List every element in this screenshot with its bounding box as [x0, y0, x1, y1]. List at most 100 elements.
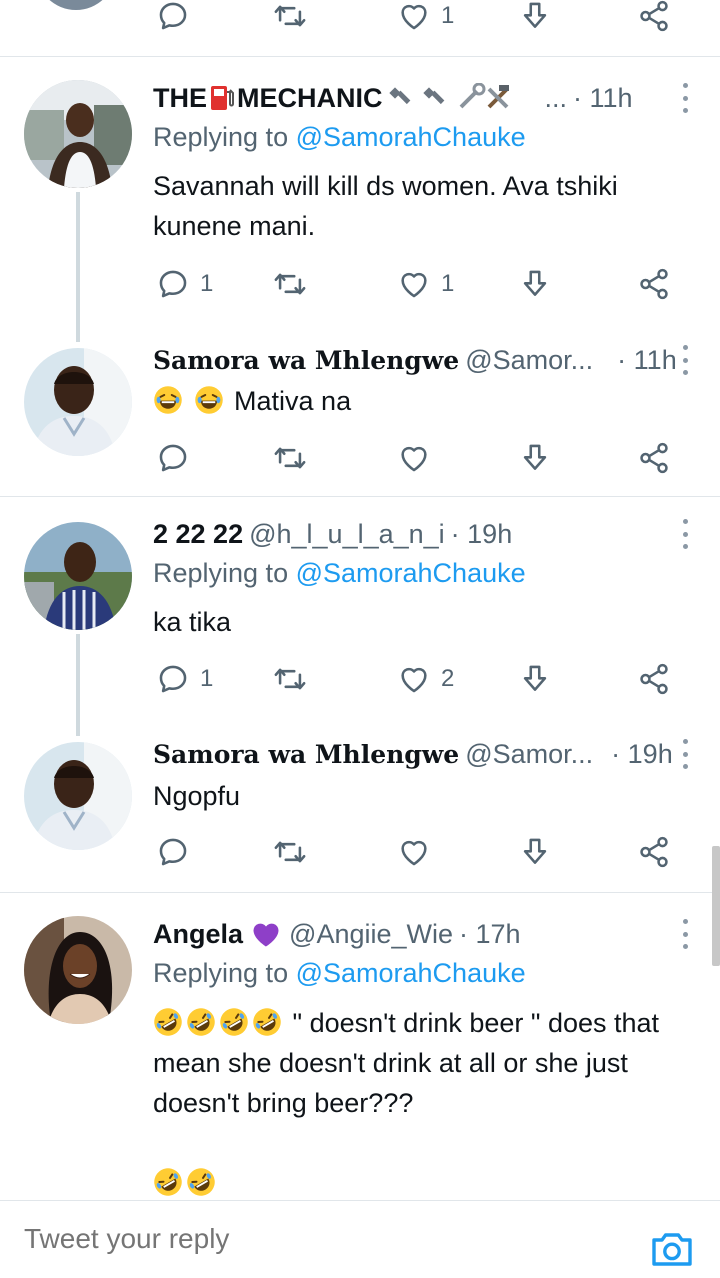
share-icon — [637, 267, 671, 301]
camera-icon[interactable] — [648, 1225, 696, 1273]
timestamp[interactable]: · 17h — [459, 919, 521, 950]
tweet-text: ka tika — [153, 607, 232, 637]
tweet-actions — [153, 438, 693, 478]
like-button[interactable]: 1 — [397, 264, 454, 304]
tweet-header: THE MECHANIC ... · 11h — [153, 78, 650, 118]
share-icon — [637, 441, 671, 475]
tweet-header: Angela @Angiie_Wie · 17h — [153, 914, 650, 954]
display-name[interactable]: 2 22 22 — [153, 519, 243, 550]
avatar-image — [24, 348, 132, 456]
more-icon[interactable] — [680, 919, 690, 949]
share-button[interactable] — [637, 659, 671, 699]
timestamp[interactable]: · 11h — [573, 83, 633, 114]
rofl-emoji-icon — [186, 1007, 216, 1037]
rofl-emoji-icon — [153, 1167, 183, 1197]
replying-to: Replying to @SamorahChauke — [153, 558, 526, 589]
avatar-samora[interactable] — [24, 348, 132, 456]
tweet-header: 2 22 22 @h_l_u_l_a_n_i · 19h — [153, 514, 650, 554]
retweet-button[interactable] — [273, 264, 307, 304]
display-name-part2[interactable]: MECHANIC — [237, 83, 383, 114]
tweet-text-emoji-line — [153, 1163, 680, 1203]
more-icon[interactable] — [680, 519, 690, 549]
share-button[interactable] — [637, 264, 671, 304]
display-name[interactable]: Samora wa Mhlengwe — [153, 346, 459, 375]
tweet-header: Samora wa Mhlengwe @Samor... · 11h — [153, 340, 677, 380]
retweet-icon — [273, 0, 307, 33]
display-name[interactable]: Angela — [153, 919, 243, 950]
rofl-emoji-icon — [186, 1167, 216, 1197]
avatar-image — [24, 742, 132, 850]
reply-count: 1 — [200, 270, 214, 297]
reply-button[interactable]: 1 — [156, 264, 213, 304]
share-icon — [637, 835, 671, 869]
reply-icon — [156, 267, 190, 301]
tweet-actions: 1 2 — [153, 659, 693, 699]
display-name[interactable]: Samora wa Mhlengwe — [153, 740, 459, 769]
retweet-icon — [273, 835, 307, 869]
avatar-image — [24, 80, 132, 188]
more-icon[interactable] — [680, 83, 690, 113]
retweet-button[interactable] — [273, 832, 307, 872]
tweet-text-row: " doesn't drink beer " does that mean sh… — [153, 1003, 680, 1123]
like-count: 2 — [441, 665, 455, 692]
timestamp[interactable]: · 11h — [617, 345, 677, 376]
download-button[interactable] — [518, 0, 552, 36]
tweet-actions: 1 — [153, 0, 693, 36]
download-button[interactable] — [518, 659, 552, 699]
tweet-text: Ngopfu — [153, 781, 241, 811]
reply-button[interactable] — [156, 0, 190, 36]
like-button[interactable]: 2 — [397, 659, 454, 699]
download-icon — [518, 835, 552, 869]
handle[interactable]: @Angiie_Wie — [289, 919, 453, 950]
avatar-image — [24, 916, 132, 1024]
replying-to-handle[interactable]: @SamorahChauke — [296, 558, 526, 588]
download-button[interactable] — [518, 264, 552, 304]
tweet-text-row: Mativa na — [153, 381, 680, 421]
retweet-button[interactable] — [273, 438, 307, 478]
laugh-emoji-icon — [153, 385, 183, 415]
reply-button[interactable] — [156, 832, 190, 872]
reply-icon — [156, 662, 190, 696]
avatar-hlulani[interactable] — [24, 522, 132, 630]
timestamp[interactable]: · 19h — [611, 739, 673, 770]
handle[interactable]: @h_l_u_l_a_n_i — [249, 519, 445, 550]
reply-button[interactable]: 1 — [156, 659, 213, 699]
divider — [0, 496, 720, 497]
avatar-angela[interactable] — [24, 916, 132, 1024]
tool-icons — [387, 83, 537, 113]
reply-button[interactable] — [156, 438, 190, 478]
retweet-icon — [273, 267, 307, 301]
display-name[interactable]: THE — [153, 83, 207, 114]
handle[interactable]: @Samor... — [465, 345, 593, 376]
like-icon — [397, 267, 431, 301]
tweet-partial-top: 1 — [0, 0, 720, 60]
like-icon — [397, 662, 431, 696]
tweet-reply-input[interactable] — [24, 1223, 524, 1255]
timestamp[interactable]: · 19h — [451, 519, 513, 550]
like-icon — [397, 441, 431, 475]
replying-to-handle[interactable]: @SamorahChauke — [296, 958, 526, 988]
download-button[interactable] — [518, 438, 552, 478]
retweet-button[interactable] — [273, 659, 307, 699]
avatar-mechanic[interactable] — [24, 80, 132, 188]
retweet-button[interactable] — [273, 0, 307, 36]
name-ellipsis: ... — [544, 82, 568, 113]
like-button[interactable] — [397, 832, 431, 872]
reply-icon — [156, 835, 190, 869]
replying-to-handle[interactable]: @SamorahChauke — [296, 122, 526, 152]
download-button[interactable] — [518, 832, 552, 872]
share-button[interactable] — [637, 0, 671, 36]
retweet-icon — [273, 662, 307, 696]
thread-line — [76, 634, 80, 736]
handle[interactable]: @Samor... — [465, 739, 593, 770]
replying-to: Replying to @SamorahChauke — [153, 958, 526, 989]
more-icon[interactable] — [680, 345, 690, 375]
like-button[interactable]: 1 — [397, 0, 454, 36]
avatar-partial[interactable] — [36, 0, 116, 10]
like-button[interactable] — [397, 438, 431, 478]
scrollbar[interactable] — [712, 846, 720, 966]
avatar-samora[interactable] — [24, 742, 132, 850]
more-icon[interactable] — [680, 739, 690, 769]
share-button[interactable] — [637, 832, 671, 872]
share-button[interactable] — [637, 438, 671, 478]
